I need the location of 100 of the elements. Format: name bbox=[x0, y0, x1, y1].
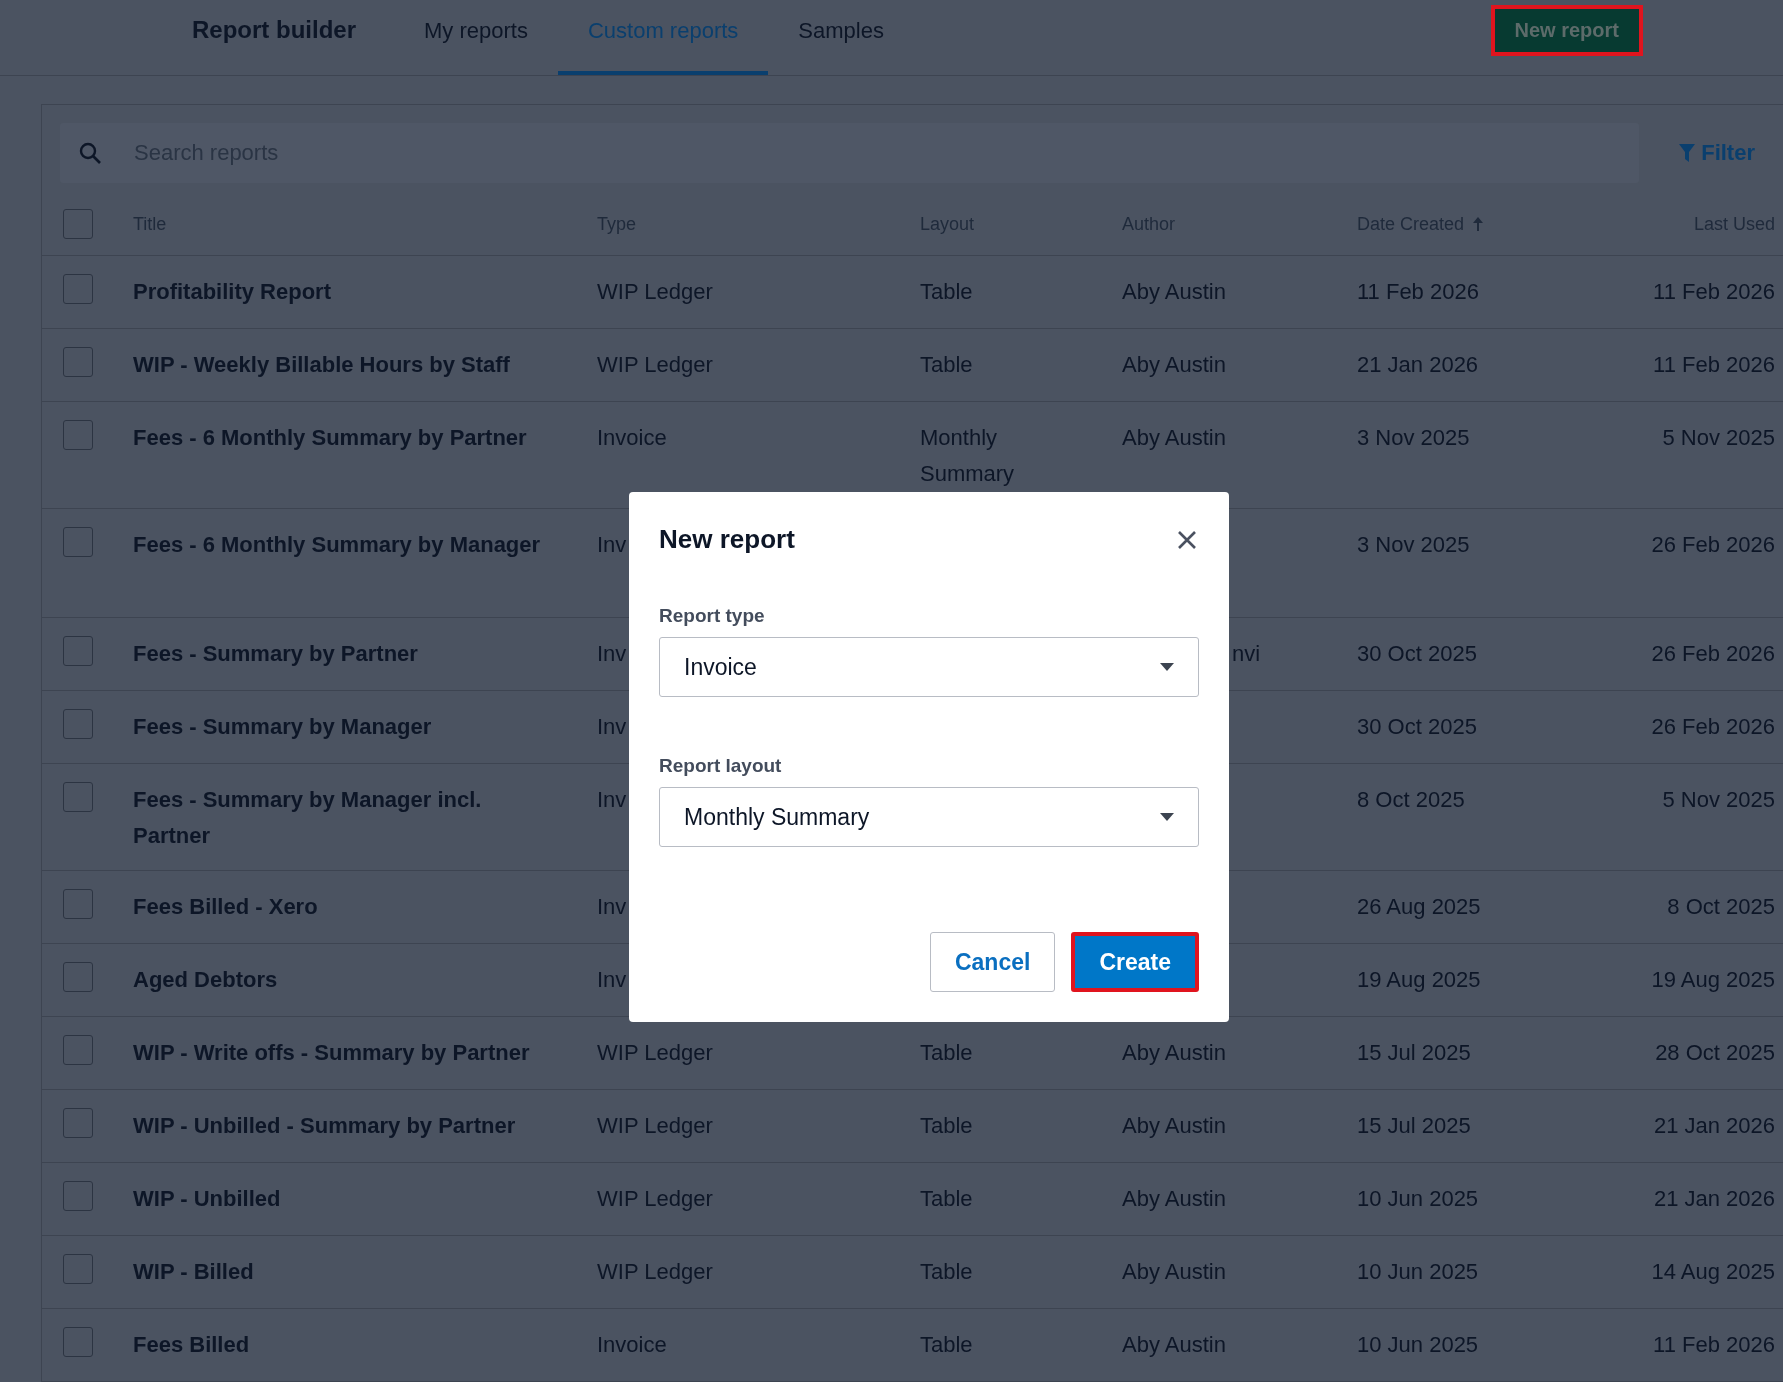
report-title[interactable]: Fees - Summary by Manager bbox=[133, 709, 597, 745]
tab[interactable]: My reports bbox=[394, 0, 558, 75]
tab[interactable]: Samples bbox=[768, 0, 914, 75]
table-cell-text: Inv bbox=[597, 786, 627, 814]
report-title[interactable]: WIP - Write offs - Summary by Partner bbox=[133, 1035, 597, 1071]
row-checkbox[interactable] bbox=[63, 420, 93, 450]
table-cell-text: 15 Jul 2025 bbox=[1357, 1112, 1471, 1140]
row-checkbox[interactable] bbox=[63, 1327, 93, 1357]
table-cell-text: WIP Ledger bbox=[597, 1185, 713, 1213]
filter-icon bbox=[1679, 144, 1696, 162]
row-checkbox[interactable] bbox=[63, 527, 93, 557]
row-checkbox[interactable] bbox=[63, 1035, 93, 1065]
dialog-title: New report bbox=[659, 524, 795, 555]
row-checkbox[interactable] bbox=[63, 1108, 93, 1138]
table-cell-text: Aby Austin bbox=[1122, 351, 1226, 379]
report-title[interactable]: Fees Billed - Xero bbox=[133, 889, 597, 925]
table-cell-text: 19 Aug 2025 bbox=[1357, 966, 1481, 994]
table-cell-text: Aby Austin bbox=[1122, 1331, 1226, 1359]
table-cell-text: Table bbox=[920, 1039, 974, 1067]
table-cell-text: WIP Ledger bbox=[597, 1112, 713, 1140]
table-cell-text: Inv bbox=[597, 531, 627, 559]
filter-button[interactable]: Filter bbox=[1639, 140, 1783, 166]
report-title[interactable]: Profitability Report bbox=[133, 274, 597, 310]
report-title[interactable]: WIP - Weekly Billable Hours by Staff bbox=[133, 347, 597, 383]
table-cell-text: Aby Austin bbox=[1122, 1185, 1226, 1213]
table-cell-text: Table bbox=[920, 1185, 974, 1213]
table-cell-text: 19 Aug 2025 bbox=[1651, 966, 1775, 994]
table-cell-text: Invoice bbox=[597, 1331, 667, 1359]
tab[interactable]: Custom reports bbox=[557, 0, 769, 75]
table-cell-text: WIP Ledger bbox=[597, 351, 713, 379]
table-cell-text: Table bbox=[920, 1258, 974, 1286]
table-cell-text: 15 Jul 2025 bbox=[1357, 1039, 1471, 1067]
table-cell-text: 5 Nov 2025 bbox=[1662, 424, 1775, 452]
report-title[interactable]: Fees Billed bbox=[133, 1327, 597, 1363]
table-cell-text: 10 Jun 2025 bbox=[1357, 1185, 1479, 1213]
table-cell-text: 8 Oct 2025 bbox=[1357, 786, 1465, 814]
report-title[interactable]: WIP - Unbilled bbox=[133, 1181, 597, 1217]
table-cell-text: 8 Oct 2025 bbox=[1667, 893, 1775, 921]
table-cell-text: WIP Ledger bbox=[597, 1039, 713, 1067]
row-checkbox[interactable] bbox=[63, 347, 93, 377]
table-cell-text: 10 Jun 2025 bbox=[1357, 1331, 1479, 1359]
report-title[interactable]: Fees - 6 Monthly Summary by Partner bbox=[133, 420, 597, 456]
row-checkbox[interactable] bbox=[63, 889, 93, 919]
table-cell-text: 14 Aug 2025 bbox=[1651, 1258, 1775, 1286]
row-checkbox[interactable] bbox=[63, 962, 93, 992]
new-report-button[interactable]: New report bbox=[1490, 5, 1643, 56]
table-cell-text: Table bbox=[920, 1112, 974, 1140]
table-cell-text: Table bbox=[920, 278, 974, 306]
row-checkbox[interactable] bbox=[63, 1181, 93, 1211]
table-cell-text: 30 Oct 2025 bbox=[1357, 713, 1477, 741]
table-cell-text: Aby Austin bbox=[1122, 278, 1226, 306]
table-cell-text: 30 Oct 2025 bbox=[1357, 640, 1477, 668]
table-cell-text: Inv bbox=[597, 713, 627, 741]
table-cell-text: 26 Feb 2026 bbox=[1651, 640, 1775, 668]
table-cell-text: Inv bbox=[597, 966, 627, 994]
report-title[interactable]: Fees - Summary by Partner bbox=[133, 636, 597, 672]
row-checkbox[interactable] bbox=[63, 709, 93, 739]
table-cell-text: 21 Jan 2026 bbox=[1653, 1185, 1775, 1213]
table-cell-text: 10 Jun 2025 bbox=[1357, 1258, 1479, 1286]
table-cell-text: 3 Nov 2025 bbox=[1357, 531, 1470, 559]
table-cell-text: 21 Jan 2026 bbox=[1357, 351, 1479, 379]
dropdown[interactable]: Monthly Summary bbox=[659, 787, 1199, 847]
row-checkbox[interactable] bbox=[63, 1254, 93, 1284]
report-title[interactable]: WIP - Unbilled - Summary by Partner bbox=[133, 1108, 597, 1144]
field-label: Report layout bbox=[659, 755, 783, 777]
select-all-checkbox[interactable] bbox=[63, 209, 93, 239]
search-icon bbox=[78, 141, 102, 165]
sort-arrow-icon bbox=[1472, 216, 1485, 232]
table-cell-text: 21 Jan 2026 bbox=[1653, 1112, 1775, 1140]
table-cell-text: Inv bbox=[597, 893, 627, 921]
table-cell-text: nvi bbox=[1232, 640, 1261, 668]
report-title[interactable]: Fees - 6 Monthly Summary by Manager bbox=[133, 527, 597, 563]
row-checkbox[interactable] bbox=[63, 782, 93, 812]
create-button[interactable]: Create bbox=[1071, 932, 1199, 992]
caret-icon bbox=[1160, 663, 1174, 671]
table-cell-text: Invoice bbox=[597, 424, 667, 452]
table-cell-text: 26 Feb 2026 bbox=[1651, 713, 1775, 741]
table-cell-text: 11 Feb 2026 bbox=[1653, 278, 1775, 306]
caret-icon bbox=[1160, 813, 1174, 821]
table-cell-text: 11 Feb 2026 bbox=[1653, 1331, 1775, 1359]
table-cell-text: Aby Austin bbox=[1122, 1039, 1226, 1067]
table-cell-text: 26 Aug 2025 bbox=[1357, 893, 1481, 921]
report-title[interactable]: Aged Debtors bbox=[133, 962, 597, 998]
page-title: Report builder bbox=[192, 16, 356, 44]
table-cell-text: 28 Oct 2025 bbox=[1655, 1039, 1775, 1067]
report-title[interactable]: WIP - Billed bbox=[133, 1254, 597, 1290]
table-cell-text: 5 Nov 2025 bbox=[1662, 786, 1775, 814]
table-cell-text: Aby Austin bbox=[1122, 1112, 1226, 1140]
report-title[interactable]: Fees - Summary by Manager incl. Partner bbox=[133, 782, 597, 854]
row-checkbox[interactable] bbox=[63, 636, 93, 666]
table-cell-text: 11 Feb 2026 bbox=[1653, 351, 1775, 379]
table-cell-text: Aby Austin bbox=[1122, 424, 1226, 452]
table-cell-text: Table bbox=[920, 1331, 974, 1359]
table-cell-text: Monthly Summary bbox=[920, 424, 1016, 488]
cancel-button[interactable]: Cancel bbox=[929, 932, 1056, 992]
row-checkbox[interactable] bbox=[63, 274, 93, 304]
table-cell-text: WIP Ledger bbox=[597, 278, 713, 306]
table-cell-text: Table bbox=[920, 351, 974, 379]
dropdown[interactable]: Invoice bbox=[659, 637, 1199, 697]
table-cell-text: Inv bbox=[597, 640, 627, 668]
